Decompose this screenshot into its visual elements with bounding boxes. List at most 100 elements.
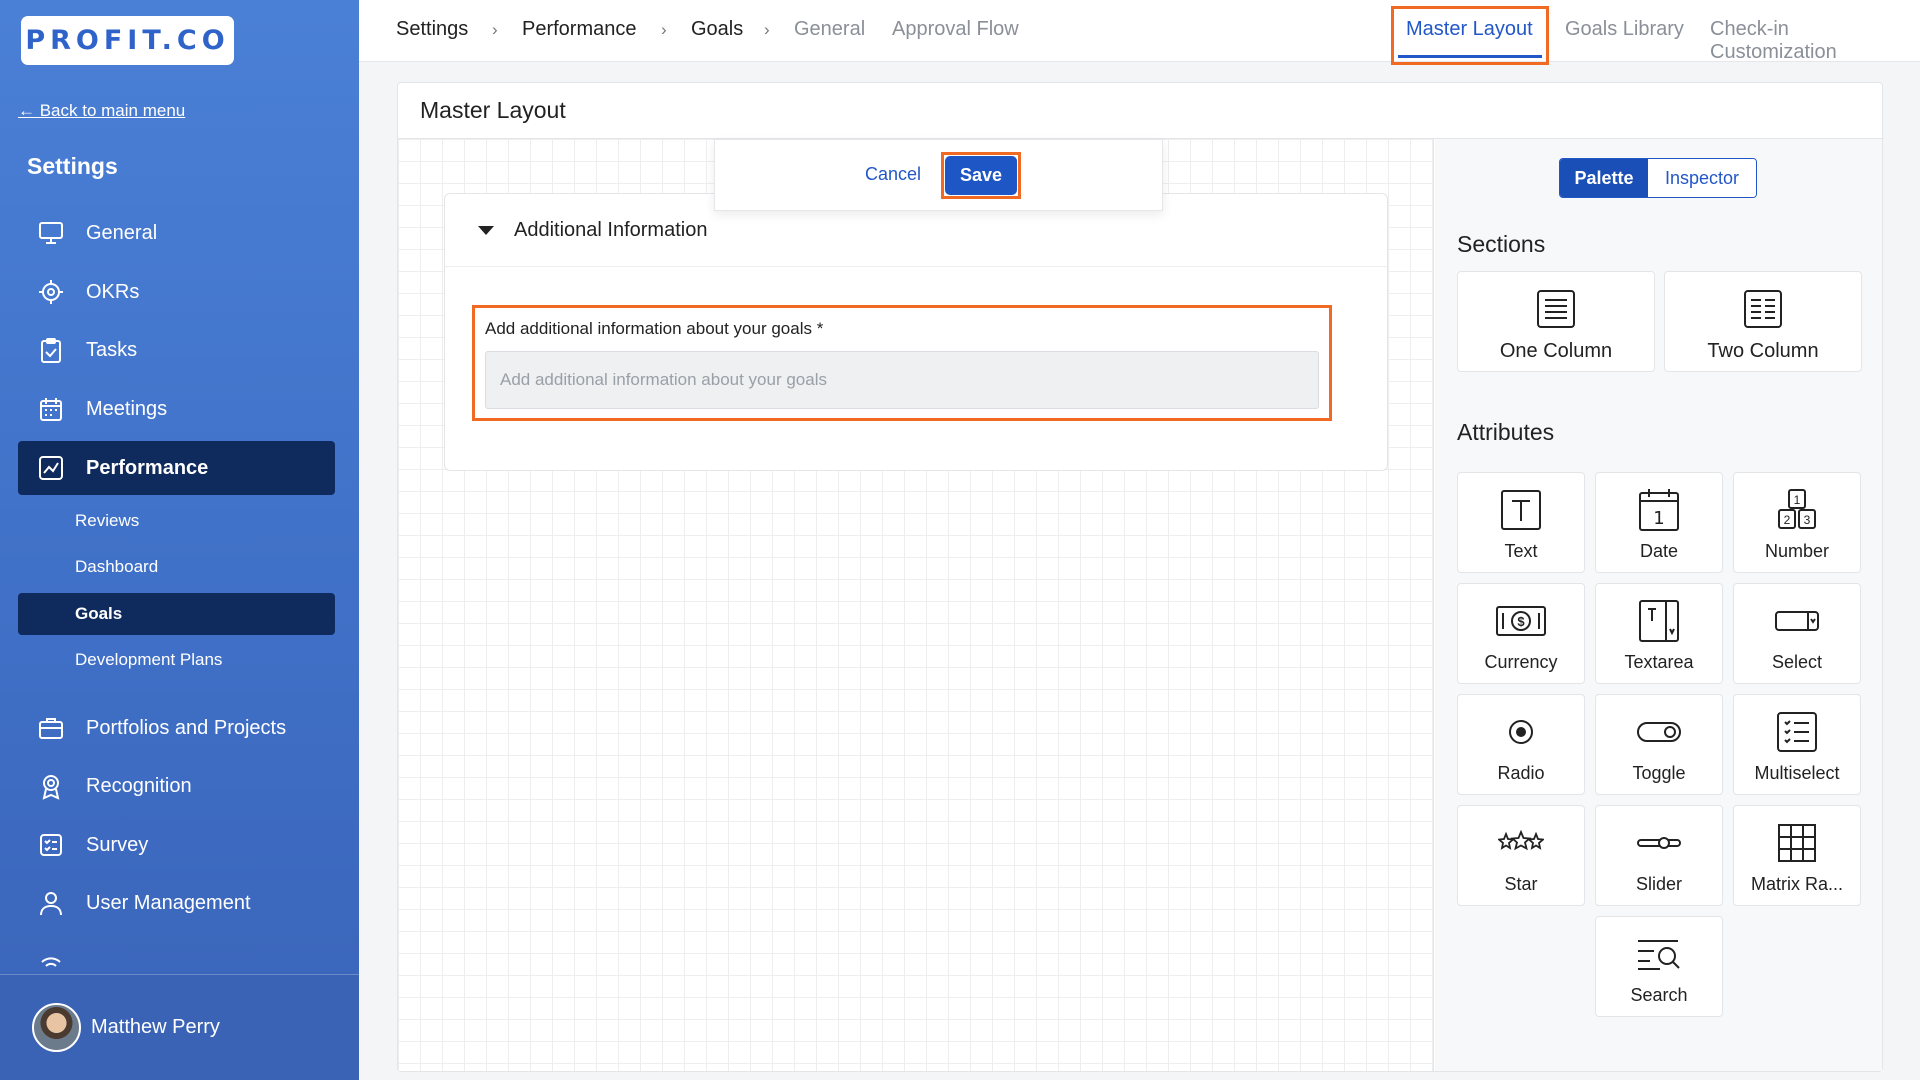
breadcrumb-separator-icon: ›: [661, 20, 667, 39]
svg-text:1: 1: [1794, 493, 1801, 507]
field-label: Add additional information about your go…: [485, 319, 824, 338]
settings-title: Settings: [27, 153, 118, 179]
tile-label: Two Column: [1707, 340, 1819, 362]
palette-textarea[interactable]: Textarea: [1595, 583, 1723, 684]
tab-approval-flow[interactable]: Approval Flow: [892, 18, 1019, 41]
sidebar-item-label: Survey: [86, 833, 149, 856]
sidebar-item-label: General: [86, 221, 158, 244]
tab-master-layout[interactable]: Master Layout: [1406, 18, 1533, 41]
palette-star[interactable]: Star: [1457, 805, 1585, 906]
master-layout-card: Master Layout Additional Information Add…: [397, 82, 1884, 1072]
clipboard-check-icon: [37, 336, 65, 364]
sidebar-subitem-development-plans[interactable]: Development Plans: [18, 639, 335, 681]
palette-number[interactable]: 123 Number: [1733, 472, 1861, 573]
sidebar-item-label: Performance: [86, 456, 209, 479]
active-tab-underline: [1398, 55, 1542, 58]
cancel-button[interactable]: Cancel: [865, 164, 921, 185]
sidebar-item-label: User Management: [86, 891, 251, 914]
user-name: Matthew Perry: [91, 1016, 220, 1038]
toggle-icon: [1636, 709, 1682, 755]
sidebar-item-label: Tasks: [86, 338, 138, 361]
palette-select[interactable]: Select: [1733, 583, 1861, 684]
palette-toggle-button[interactable]: Palette: [1560, 159, 1648, 197]
briefcase-icon: [37, 714, 65, 742]
breadcrumb-separator-icon: ›: [764, 20, 770, 39]
sidebar-subitem-goals[interactable]: Goals: [18, 593, 335, 635]
breadcrumb-performance[interactable]: Performance: [522, 18, 637, 41]
sections-heading: Sections: [1457, 231, 1546, 257]
two-column-icon: [1743, 286, 1783, 332]
breadcrumb-separator-icon: ›: [492, 20, 498, 39]
tile-label: Text: [1504, 541, 1538, 561]
calendar-icon: [37, 395, 65, 423]
sidebar-item-survey[interactable]: Survey: [18, 818, 335, 872]
sidebar-item-performance[interactable]: Performance: [18, 441, 335, 495]
radio-icon: [1507, 709, 1535, 755]
target-icon: [37, 278, 65, 306]
sidebar-item-general[interactable]: General: [18, 206, 335, 260]
award-icon: [37, 772, 65, 800]
tab-check-in-customization[interactable]: Check-in Customization: [1710, 18, 1920, 64]
text-icon: [1500, 487, 1542, 533]
select-icon: [1774, 598, 1820, 644]
breadcrumb-settings[interactable]: Settings: [396, 18, 468, 41]
sidebar-item-label: Portfolios and Projects: [86, 716, 287, 739]
tile-label: Multiselect: [1754, 763, 1840, 783]
tab-goals-library[interactable]: Goals Library: [1565, 18, 1684, 41]
top-navigation: Settings › Performance › Goals › General…: [359, 0, 1920, 65]
additional-info-input[interactable]: [485, 351, 1319, 409]
breadcrumb-goals[interactable]: Goals: [691, 18, 743, 41]
palette-search[interactable]: Search: [1595, 916, 1723, 1017]
sidebar-item-okrs[interactable]: OKRs: [18, 265, 335, 319]
palette-panel: Palette Inspector Sections One Column Tw…: [1435, 139, 1882, 1071]
tile-label: Currency: [1484, 652, 1558, 672]
sidebar-item-tasks[interactable]: Tasks: [18, 323, 335, 377]
sidebar-item-recognition[interactable]: Recognition: [18, 759, 335, 813]
sidebar-subitem-dashboard[interactable]: Dashboard: [18, 546, 335, 588]
palette-currency[interactable]: $ Currency: [1457, 583, 1585, 684]
tile-label: Date: [1639, 541, 1679, 561]
user-profile-bar[interactable]: Matthew Perry: [0, 974, 359, 1080]
multiselect-icon: [1776, 709, 1818, 755]
number-icon: 123: [1775, 487, 1819, 533]
palette-radio[interactable]: Radio: [1457, 694, 1585, 795]
section-additional-information[interactable]: Additional Information Add additional in…: [444, 193, 1388, 471]
sidebar-item-meetings[interactable]: Meetings: [18, 382, 335, 436]
caret-down-icon[interactable]: [478, 225, 494, 235]
tile-label: One Column: [1499, 340, 1613, 362]
palette-one-column[interactable]: One Column: [1457, 271, 1655, 372]
svg-text:$: $: [1517, 614, 1525, 629]
palette-toggle[interactable]: Toggle: [1595, 694, 1723, 795]
slider-icon: [1636, 820, 1682, 866]
profitco-logo[interactable]: PROFIT.CO: [21, 16, 234, 65]
back-to-main-menu-link[interactable]: ← Back to main menu: [18, 101, 185, 121]
inspector-toggle-button[interactable]: Inspector: [1648, 159, 1756, 197]
tab-general[interactable]: General: [794, 18, 865, 41]
user-icon: [37, 889, 65, 917]
save-bar: Cancel Save: [714, 139, 1163, 211]
palette-multiselect[interactable]: Multiselect: [1733, 694, 1861, 795]
star-icon: [1498, 820, 1544, 866]
palette-matrix-rating[interactable]: Matrix Ra...: [1733, 805, 1861, 906]
date-icon: 1: [1638, 487, 1680, 533]
attributes-heading: Attributes: [1457, 419, 1555, 445]
additional-info-field[interactable]: Add additional information about your go…: [472, 305, 1332, 421]
tile-label: Toggle: [1632, 763, 1686, 783]
sidebar-item-label: Recognition: [86, 774, 192, 797]
palette-slider[interactable]: Slider: [1595, 805, 1723, 906]
layout-canvas[interactable]: Additional Information Add additional in…: [398, 139, 1434, 1071]
palette-inspector-toggle: Palette Inspector: [1559, 158, 1757, 198]
survey-list-icon: [37, 831, 65, 859]
wifi-icon: [37, 948, 65, 976]
avatar: [32, 1003, 81, 1052]
save-button[interactable]: Save: [945, 156, 1017, 195]
palette-text[interactable]: Text: [1457, 472, 1585, 573]
sidebar: PROFIT.CO ← Back to main menu Settings G…: [0, 0, 359, 1080]
palette-two-column[interactable]: Two Column: [1664, 271, 1862, 372]
sidebar-subitem-reviews[interactable]: Reviews: [18, 500, 335, 542]
sidebar-item-label: Meetings: [86, 397, 168, 420]
sidebar-item-portfolios-and-projects[interactable]: Portfolios and Projects: [18, 701, 335, 755]
sidebar-item-user-management[interactable]: User Management: [18, 876, 335, 930]
palette-date[interactable]: 1 Date: [1595, 472, 1723, 573]
tile-label: Matrix Ra...: [1750, 874, 1843, 894]
